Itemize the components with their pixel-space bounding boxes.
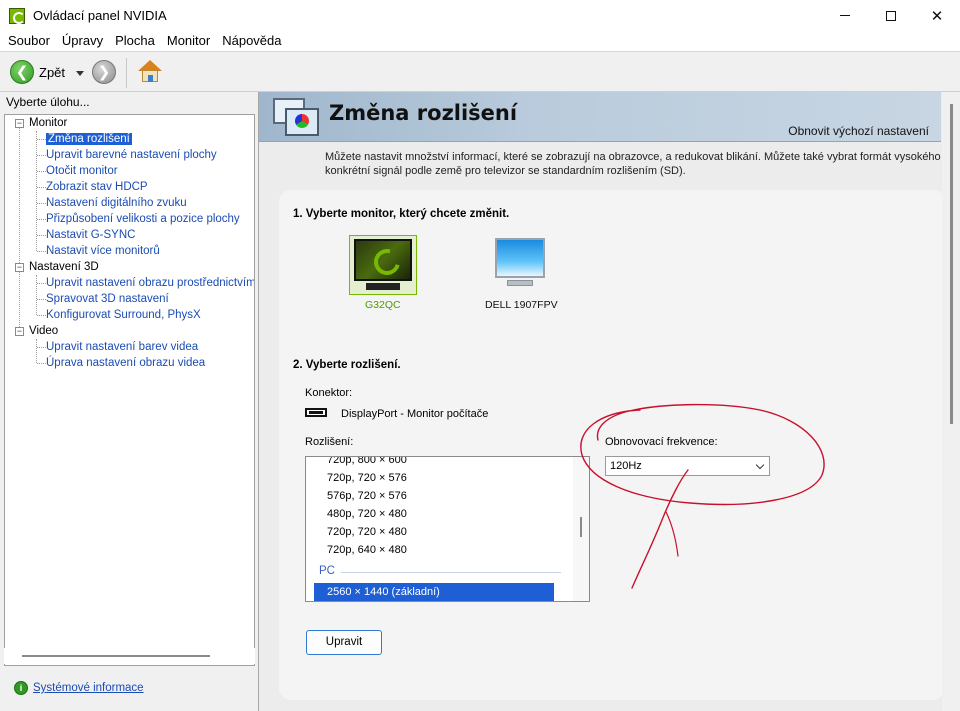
system-info-link[interactable]: i Systémové informace [14,681,144,695]
resolution-option[interactable]: 576p, 720 × 576 [327,487,407,505]
title-bar: Ovládací panel NVIDIA ✕ [0,0,960,31]
menu-monitor[interactable]: Monitor [161,31,216,51]
display-settings-icon [273,98,321,138]
content-vertical-scrollbar[interactable] [942,92,960,711]
page-banner: Změna rozlišení Obnovit výchozí nastaven… [259,92,941,142]
back-button[interactable]: ❮ Zpět [10,60,65,84]
tree-item-barvy-videa[interactable]: Upravit nastavení barev videa [46,339,198,355]
page-description: Můžete nastavit množství informací, kter… [325,151,959,177]
step1-heading: 1. Vyberte monitor, který chcete změnit. [293,208,510,220]
edit-button[interactable]: Upravit [306,630,382,655]
tree-category-3d[interactable]: Nastavení 3D [29,259,99,275]
menu-soubor[interactable]: Soubor [2,31,56,51]
tree-category-video[interactable]: Video [29,323,58,339]
tree-category-monitor[interactable]: Monitor [29,115,67,131]
tree-item-surround-physx[interactable]: Konfigurovat Surround, PhysX [46,307,201,323]
monitor-g32qc-label: G32QC [365,299,401,311]
monitor-dell-label: DELL 1907FPV [485,299,558,311]
collapse-monitor-icon[interactable]: − [15,119,24,128]
tree-item-otocit-monitor[interactable]: Otočit monitor [46,163,118,179]
refresh-rate-value: 120Hz [610,460,642,472]
close-button[interactable]: ✕ [914,0,960,31]
tree-item-digitalni-zvuk[interactable]: Nastavení digitálního zvuku [46,195,187,211]
connector-label: Konektor: [305,387,353,399]
menu-bar: Soubor Úpravy Plocha Monitor Nápověda [0,31,960,51]
page-title: Změna rozlišení [329,101,518,125]
collapse-video-icon[interactable]: − [15,327,24,336]
restore-defaults-link[interactable]: Obnovit výchozí nastavení [788,124,929,138]
tree-line [19,127,20,327]
maximize-button[interactable] [868,0,914,31]
task-pane-header: Vyberte úlohu... [6,95,90,109]
resolution-label: Rozlišení: [305,436,354,448]
monitor-g32qc[interactable] [349,235,417,295]
resolution-option[interactable]: 720p, 720 × 480 [327,523,407,541]
resolution-option[interactable]: 720p, 720 × 576 [327,469,407,487]
resolution-list-scrollbar[interactable] [573,457,589,601]
toolbar: ❮ Zpět ❯ [0,51,960,92]
tree-horizontal-scrollbar[interactable] [4,648,255,664]
tree-item-velikost-pozice[interactable]: Přizpůsobení velikosti a pozice plochy [46,211,240,227]
displayport-icon [305,408,327,417]
home-icon[interactable] [136,58,164,86]
group-divider [341,572,561,573]
back-label: Zpět [39,64,66,80]
forward-arrow-icon[interactable]: ❯ [92,60,116,84]
tree-line [36,275,37,315]
resolution-option-selected[interactable]: 2560 × 1440 (základní) [314,583,554,601]
task-tree: − Monitor Změna rozlišení Upravit barevn… [4,114,255,666]
refresh-rate-label: Obnovovací frekvence: [605,436,718,448]
resolution-option[interactable]: 720p, 640 × 480 [327,541,407,559]
tree-item-obraz-videa[interactable]: Úprava nastavení obrazu videa [46,355,205,371]
minimize-button[interactable] [822,0,868,31]
tree-line [36,339,37,363]
tree-item-stav-hdcp[interactable]: Zobrazit stav HDCP [46,179,148,195]
tree-item-g-sync[interactable]: Nastavit G-SYNC [46,227,135,243]
system-info-label: Systémové informace [33,682,144,694]
back-arrow-icon: ❮ [10,60,34,84]
window-title: Ovládací panel NVIDIA [33,8,167,23]
nvidia-app-icon [9,8,25,24]
maximize-icon [886,10,896,21]
menu-napoveda[interactable]: Nápověda [216,31,287,51]
tree-item-nastaveni-obrazu[interactable]: Upravit nastavení obrazu prostřednictvím… [46,275,254,291]
info-icon: i [14,681,28,695]
monitor-icon [495,238,545,278]
connector-value: DisplayPort - Monitor počítače [341,408,489,420]
monitor-icon [354,239,412,281]
tree-item-zmena-rozliseni[interactable]: Změna rozlišení [46,131,132,147]
chevron-down-icon [755,460,765,470]
content-pane: Změna rozlišení Obnovit výchozí nastaven… [258,92,960,711]
tree-line [36,131,37,251]
close-icon: ✕ [930,7,944,25]
tree-item-3d-nastaveni[interactable]: Spravovat 3D nastavení [46,291,169,307]
monitor-dell[interactable] [493,235,561,295]
menu-upravy[interactable]: Úpravy [56,31,109,51]
resolution-option[interactable]: 720p, 800 × 600 [327,457,407,469]
resolution-option[interactable]: 480p, 720 × 480 [327,505,407,523]
minimize-icon [840,15,850,16]
resolution-list[interactable]: 720p, 800 × 600 720p, 720 × 576 576p, 72… [305,456,590,602]
tree-item-vice-monitoru[interactable]: Nastavit více monitorů [46,243,160,259]
refresh-rate-select[interactable]: 120Hz [605,456,770,476]
collapse-3d-icon[interactable]: − [15,263,24,272]
resolution-group-pc: PC [319,565,335,577]
toolbar-separator [126,58,127,88]
step2-heading: 2. Vyberte rozlišení. [293,359,401,371]
menu-plocha[interactable]: Plocha [109,31,161,51]
history-dropdown-icon[interactable] [76,71,84,76]
tree-item-barevne-nastaveni[interactable]: Upravit barevné nastavení plochy [46,147,217,163]
